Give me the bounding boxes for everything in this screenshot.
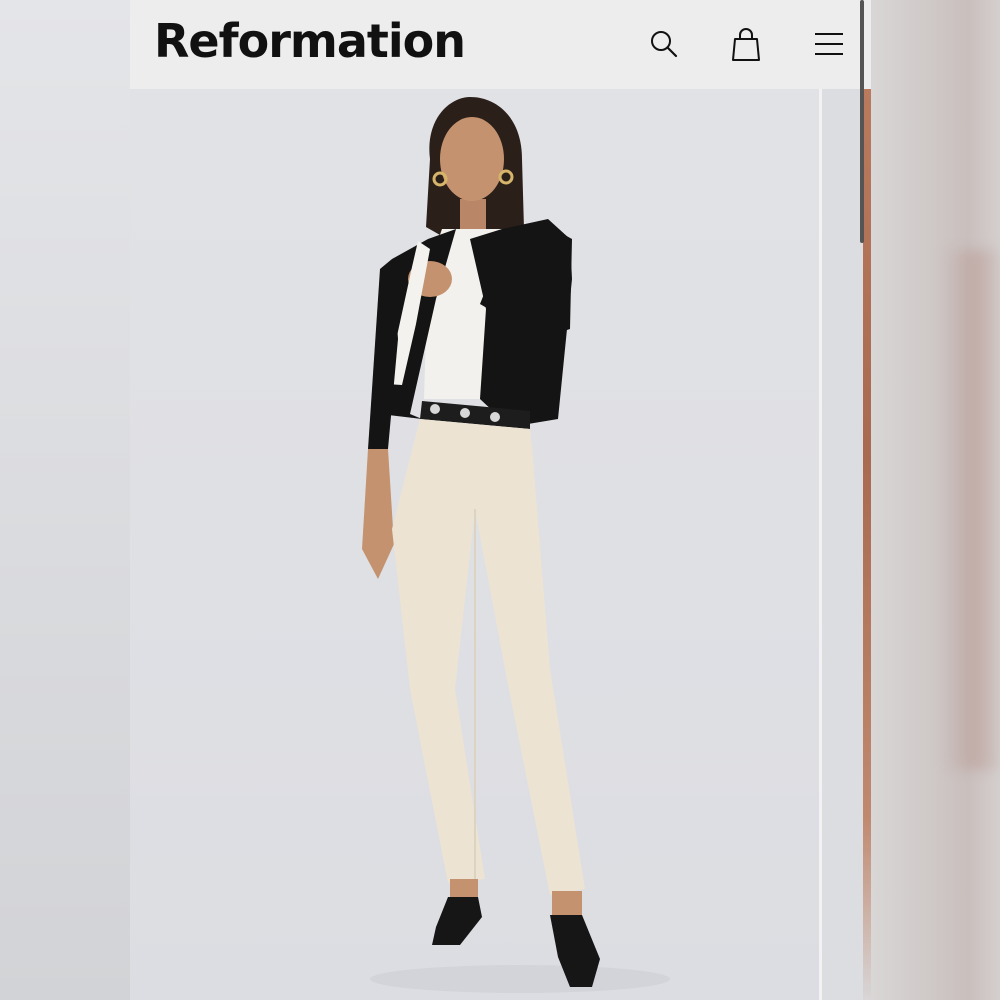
mobile-page: Reformation — [130, 0, 871, 1000]
search-button[interactable] — [642, 22, 686, 66]
search-icon — [651, 31, 678, 58]
cart-button[interactable] — [724, 22, 768, 66]
blurred-backdrop-left — [0, 0, 130, 1000]
menu-icon — [815, 33, 843, 55]
model-illustration — [362, 97, 670, 993]
scrollbar[interactable] — [860, 0, 864, 243]
site-header: Reformation — [130, 0, 871, 89]
brand-logo[interactable]: Reformation — [154, 14, 466, 68]
product-image[interactable] — [130, 89, 819, 1000]
shopping-bag-icon — [732, 28, 760, 61]
menu-button[interactable] — [807, 22, 851, 66]
blurred-backdrop-right — [871, 0, 1000, 1000]
